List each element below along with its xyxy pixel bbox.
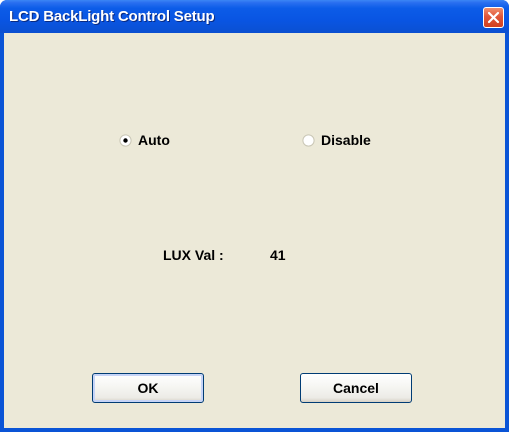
- disable-radio[interactable]: Disable: [302, 131, 371, 149]
- title-bar[interactable]: LCD BackLight Control Setup: [0, 0, 509, 33]
- lux-value-label: LUX Val :: [163, 247, 224, 263]
- cancel-button[interactable]: Cancel: [300, 373, 412, 403]
- lux-value: 41: [270, 247, 286, 263]
- close-icon: [487, 11, 500, 24]
- auto-radio-indicator[interactable]: [119, 133, 132, 147]
- auto-radio[interactable]: Auto: [119, 131, 170, 149]
- ok-button[interactable]: OK: [92, 373, 204, 403]
- auto-radio-label[interactable]: Auto: [138, 132, 170, 148]
- dialog-window: LCD BackLight Control Setup Auto Disable…: [0, 0, 509, 432]
- close-button[interactable]: [483, 7, 504, 28]
- disable-radio-indicator[interactable]: [302, 133, 315, 147]
- disable-radio-label[interactable]: Disable: [321, 132, 371, 148]
- window-title: LCD BackLight Control Setup: [9, 8, 215, 25]
- dialog-client-area: Auto Disable LUX Val : 41 OK Cancel: [4, 33, 505, 428]
